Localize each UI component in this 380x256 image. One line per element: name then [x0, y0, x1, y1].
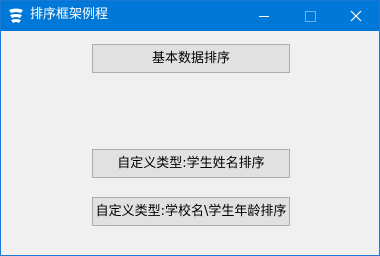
- close-icon: [350, 10, 362, 22]
- app-window: 排序框架例程 基本数据排序 自定义类型:学生姓名排序 自定义类型:学校名\学生年…: [0, 0, 380, 256]
- basic-sort-button[interactable]: 基本数据排序: [92, 44, 290, 73]
- title-bar[interactable]: 排序框架例程: [1, 1, 379, 31]
- minimize-button[interactable]: [241, 1, 287, 31]
- minimize-icon: [259, 16, 269, 17]
- custom-name-sort-button[interactable]: 自定义类型:学生姓名排序: [92, 149, 290, 178]
- client-area: 基本数据排序 自定义类型:学生姓名排序 自定义类型:学校名\学生年龄排序: [1, 31, 379, 255]
- custom-school-age-sort-button[interactable]: 自定义类型:学校名\学生年龄排序: [92, 197, 290, 226]
- window-title: 排序框架例程: [30, 7, 109, 22]
- close-button[interactable]: [333, 1, 379, 31]
- app-icon[interactable]: [7, 7, 25, 25]
- maximize-icon: [305, 11, 316, 22]
- maximize-button[interactable]: [287, 1, 333, 31]
